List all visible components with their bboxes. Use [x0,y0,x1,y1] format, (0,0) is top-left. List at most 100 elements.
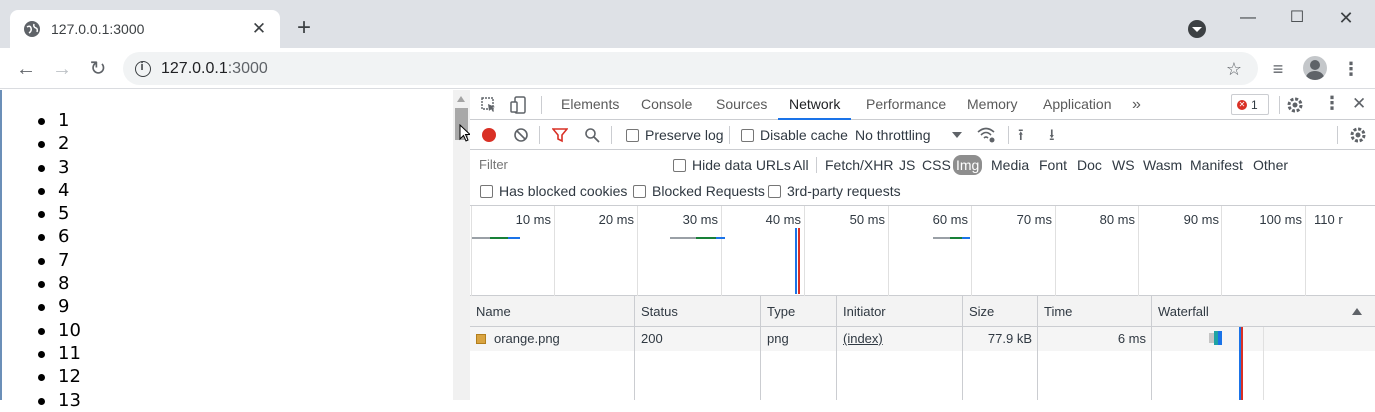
forward-icon[interactable]: → [48,55,76,83]
waterfall-load-line [1241,327,1243,400]
has-blocked-cookies-label: Has blocked cookies [499,183,628,199]
filter-type-font[interactable]: Font [1039,157,1067,173]
column-header-waterfall[interactable]: Waterfall [1152,296,1375,327]
bookmark-star-icon[interactable]: ☆ [1222,57,1246,81]
hide-data-urls-label: Hide data URLs [692,157,791,173]
timeline-tick: 70 ms [1016,212,1052,227]
search-icon[interactable] [584,127,600,143]
disable-cache-checkbox[interactable]: Disable cache [741,127,848,143]
tab-application[interactable]: Application [1043,90,1112,120]
network-conditions-wifi-icon[interactable] [976,126,996,144]
tab-console[interactable]: Console [641,90,692,120]
clear-icon[interactable] [513,127,529,143]
timeline-tick: 40 ms [765,212,801,227]
cell-initiator-link[interactable]: (index) [837,327,963,351]
reload-icon[interactable]: ↻ [84,55,112,83]
tab-title: 127.0.0.1:3000 [51,21,145,37]
media-control-icon[interactable]: ≡ [1266,57,1290,81]
throttling-select[interactable]: No throttling [855,127,930,143]
filter-type-doc[interactable]: Doc [1077,157,1102,173]
sort-ascending-icon[interactable] [1352,308,1362,315]
throttling-caret-icon[interactable] [952,132,962,138]
column-header-initiator[interactable]: Initiator [837,296,963,327]
cell-type: png [761,327,837,351]
close-tab-icon[interactable]: ✕ [250,19,268,39]
timeline-tick: 100 ms [1259,212,1302,227]
network-overview-timeline[interactable]: 10 ms 20 ms 30 ms 40 ms 50 ms 60 ms 70 m… [470,206,1375,296]
settings-gear-icon[interactable] [1286,96,1304,114]
devtools-menu-kebab-icon[interactable]: ⋮ [1323,93,1341,114]
filter-type-img[interactable]: Img [953,155,983,175]
timeline-tick: 20 ms [598,212,634,227]
image-file-icon [476,334,486,344]
filter-type-manifest[interactable]: Manifest [1190,157,1243,173]
preserve-log-label: Preserve log [645,127,724,143]
page-viewport: 1 2 3 4 5 6 7 8 9 10 11 12 13 [0,90,453,411]
more-tabs-chevron-icon[interactable]: » [1132,90,1141,120]
tab-memory[interactable]: Memory [967,90,1018,120]
address-bar[interactable]: 127.0.0.1:3000 [123,52,1258,85]
scroll-up-arrow-icon[interactable] [457,96,465,102]
device-toolbar-icon[interactable] [510,96,528,114]
network-settings-gear-icon[interactable] [1349,126,1367,144]
import-har-icon[interactable]: ⭱ [1018,124,1024,151]
site-info-icon[interactable] [135,60,151,77]
timeline-tick: 10 ms [515,212,551,227]
back-icon[interactable]: ← [12,55,40,83]
profile-avatar[interactable] [1303,56,1327,80]
hide-data-urls-checkbox[interactable]: Hide data URLs [673,157,791,173]
filter-type-css[interactable]: CSS [922,157,951,173]
list-item: 4 [38,179,453,202]
tab-search-icon[interactable] [1188,20,1206,38]
filter-funnel-icon[interactable] [552,127,568,143]
overview-request-bar [490,237,508,239]
network-toolbar: Preserve log Disable cache No throttling… [470,120,1375,150]
timeline-tick: 80 ms [1099,212,1135,227]
column-header-name[interactable]: Name [470,296,635,327]
close-window-button[interactable]: ✕ [1324,4,1368,32]
cell-name[interactable]: orange.png [470,327,635,351]
new-tab-button[interactable]: + [290,14,318,42]
filter-type-js[interactable]: JS [899,157,915,173]
request-name: orange.png [494,331,560,346]
third-party-requests-checkbox[interactable]: 3rd-party requests [768,183,901,199]
minimize-button[interactable]: — [1226,4,1270,32]
menu-kebab-icon[interactable]: ⋮ [1339,57,1363,81]
filter-type-media[interactable]: Media [991,157,1029,173]
list-item: 5 [38,202,453,225]
preserve-log-checkbox[interactable]: Preserve log [626,127,724,143]
filter-type-all[interactable]: All [793,157,809,173]
filter-type-fetch-xhr[interactable]: Fetch/XHR [825,157,893,173]
overview-request-bar [962,237,970,239]
globe-icon [24,21,40,37]
cell-time: 6 ms [1038,327,1152,351]
cell-size: 77.9 kB [963,327,1038,351]
tab-network[interactable]: Network [778,90,852,120]
tab-sources[interactable]: Sources [716,90,767,120]
tab-elements[interactable]: Elements [561,90,619,120]
column-header-type[interactable]: Type [761,296,837,327]
error-icon: ✕ [1237,99,1247,110]
column-header-time[interactable]: Time [1038,296,1152,327]
tab-performance[interactable]: Performance [866,90,946,120]
maximize-button[interactable]: ☐ [1275,4,1319,32]
filter-type-other[interactable]: Other [1253,157,1288,173]
error-count-badge[interactable]: ✕ 1 [1231,94,1269,115]
timeline-tick: 110 r [1314,212,1343,227]
record-button[interactable] [482,128,496,142]
browser-tab[interactable]: 127.0.0.1:3000 ✕ [10,10,280,48]
close-devtools-icon[interactable]: ✕ [1352,94,1366,114]
filter-type-ws[interactable]: WS [1112,157,1135,173]
list-item: 6 [38,225,453,248]
list-item: 3 [38,156,453,179]
has-blocked-cookies-checkbox[interactable]: Has blocked cookies [480,183,627,199]
cell-status: 200 [635,327,761,351]
inspect-element-icon[interactable] [480,96,498,114]
filter-input[interactable] [474,153,660,175]
error-count: 1 [1251,97,1258,112]
filter-type-wasm[interactable]: Wasm [1143,157,1182,173]
column-header-status[interactable]: Status [635,296,761,327]
blocked-requests-checkbox[interactable]: Blocked Requests [633,183,765,199]
column-header-size[interactable]: Size [963,296,1038,327]
export-har-icon[interactable]: ⭳ [1049,124,1055,151]
